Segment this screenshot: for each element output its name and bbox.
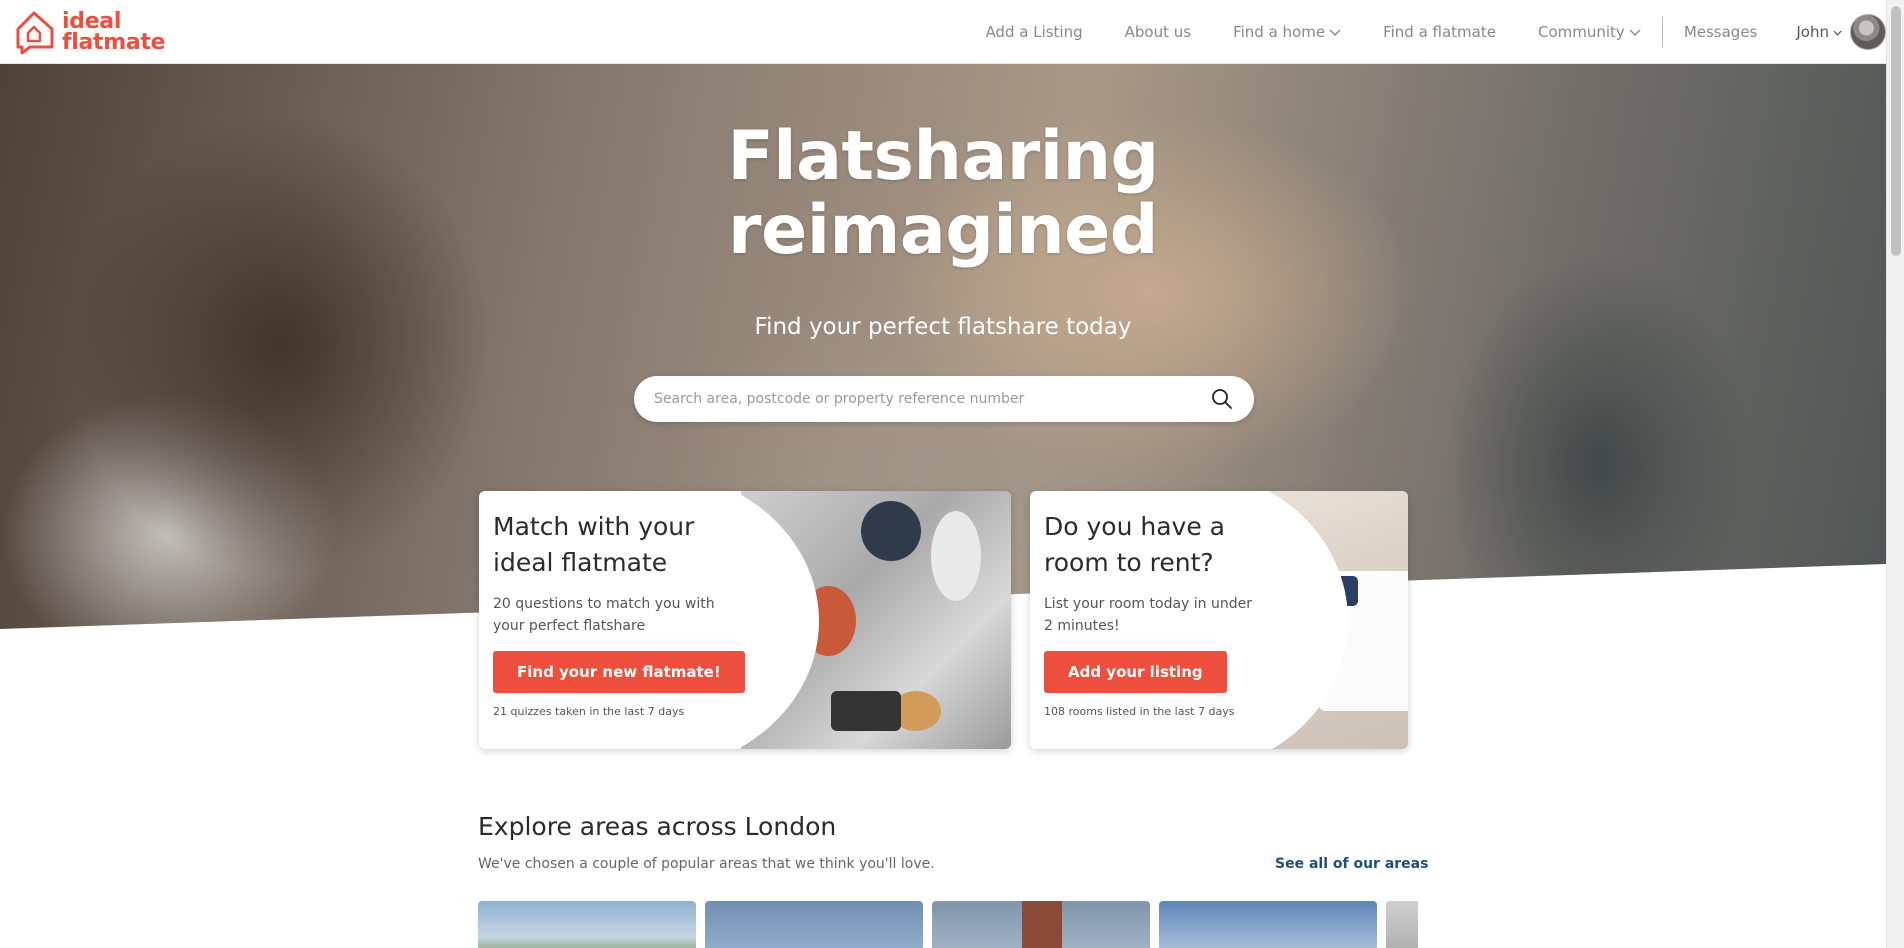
image-figure <box>931 511 981 601</box>
card-desc-line-2: your perfect flatshare <box>493 618 646 634</box>
explore-title: Explore areas across London <box>478 812 837 841</box>
area-tile[interactable] <box>705 901 923 948</box>
card-title-line-1: Match with your <box>493 512 695 541</box>
search-bar <box>634 376 1254 422</box>
area-tile[interactable] <box>932 901 1150 948</box>
logo-line-1: ideal <box>62 9 122 34</box>
hero-title: Flatsharing reimagined <box>0 120 1886 268</box>
card-content: Do you have a room to rent? List your ro… <box>1044 509 1252 718</box>
nav-find-a-flatmate-label: Find a flatmate <box>1383 23 1496 41</box>
house-logo-icon <box>16 11 54 55</box>
ideal-flatmate-logo[interactable]: ideal flatmate <box>14 9 174 55</box>
image-tower <box>1022 901 1062 948</box>
chevron-down-icon <box>1833 30 1842 36</box>
nav-add-listing-label: Add a Listing <box>985 23 1083 41</box>
hero-title-line-1: Flatsharing <box>727 117 1159 196</box>
chevron-down-icon <box>1329 29 1341 36</box>
area-tile[interactable] <box>1386 901 1418 948</box>
card-title-line-2: ideal flatmate <box>493 548 668 577</box>
card-desc-line-1: 20 questions to match you with <box>493 596 715 612</box>
nav-add-listing[interactable]: Add a Listing <box>964 23 1103 41</box>
card-desc-line-2: 2 minutes! <box>1044 618 1120 634</box>
card-title-line-1: Do you have a <box>1044 512 1225 541</box>
hero-title-line-2: reimagined <box>728 191 1158 270</box>
nav-about-us-label: About us <box>1124 23 1192 41</box>
nav-links: Add a Listing About us Find a home Find … <box>964 0 1886 64</box>
card-description: 20 questions to match you with your perf… <box>493 593 745 637</box>
add-listing-button[interactable]: Add your listing <box>1044 651 1227 693</box>
chevron-down-icon <box>1629 29 1641 36</box>
search-input[interactable] <box>654 391 1210 407</box>
avatar[interactable] <box>1850 14 1886 50</box>
logo-line-2: flatmate <box>62 30 166 55</box>
nav-community-label: Community <box>1537 23 1625 41</box>
rooms-listed-note: 108 rooms listed in the last 7 days <box>1044 705 1235 718</box>
card-description: List your room today in under 2 minutes! <box>1044 593 1252 637</box>
nav-find-a-flatmate[interactable]: Find a flatmate <box>1362 23 1517 41</box>
area-tile[interactable] <box>1159 901 1377 948</box>
flatmate-match-card: Match with your ideal flatmate 20 questi… <box>479 491 1011 749</box>
nav-community[interactable]: Community <box>1517 23 1662 41</box>
user-name: John <box>1796 23 1829 41</box>
image-grill <box>831 691 901 731</box>
hero-subtitle: Find your perfect flatshare today <box>754 314 1132 340</box>
nav-find-a-home-label: Find a home <box>1233 23 1326 41</box>
page-scrollbar[interactable] <box>1886 0 1904 948</box>
area-tiles <box>478 901 1418 948</box>
quiz-count-note: 21 quizzes taken in the last 7 days <box>493 705 685 718</box>
nav-messages[interactable]: Messages <box>1663 23 1779 41</box>
explore-subtitle: We've chosen a couple of popular areas t… <box>478 856 935 872</box>
search-icon[interactable] <box>1210 387 1234 411</box>
card-desc-line-1: List your room today in under <box>1044 596 1252 612</box>
user-menu[interactable]: John <box>1778 14 1886 50</box>
card-title: Do you have a room to rent? <box>1044 509 1252 581</box>
nav-find-a-home[interactable]: Find a home <box>1212 23 1362 41</box>
find-flatmate-button[interactable]: Find your new flatmate! <box>493 651 745 693</box>
nav-about-us[interactable]: About us <box>1104 23 1212 41</box>
nav-messages-label: Messages <box>1683 23 1758 41</box>
image-figure <box>861 501 921 561</box>
see-all-areas-link[interactable]: See all of our areas <box>1275 856 1428 872</box>
logo-wordmark: ideal flatmate <box>62 9 166 55</box>
card-content: Match with your ideal flatmate 20 questi… <box>493 509 745 718</box>
card-title-line-2: room to rent? <box>1044 548 1214 577</box>
card-title: Match with your ideal flatmate <box>493 509 745 581</box>
room-to-rent-card: Do you have a room to rent? List your ro… <box>1030 491 1408 749</box>
area-tile[interactable] <box>478 901 696 948</box>
scrollbar-thumb[interactable] <box>1891 6 1901 256</box>
top-navigation-bar: ideal flatmate Add a Listing About us Fi… <box>0 0 1886 64</box>
